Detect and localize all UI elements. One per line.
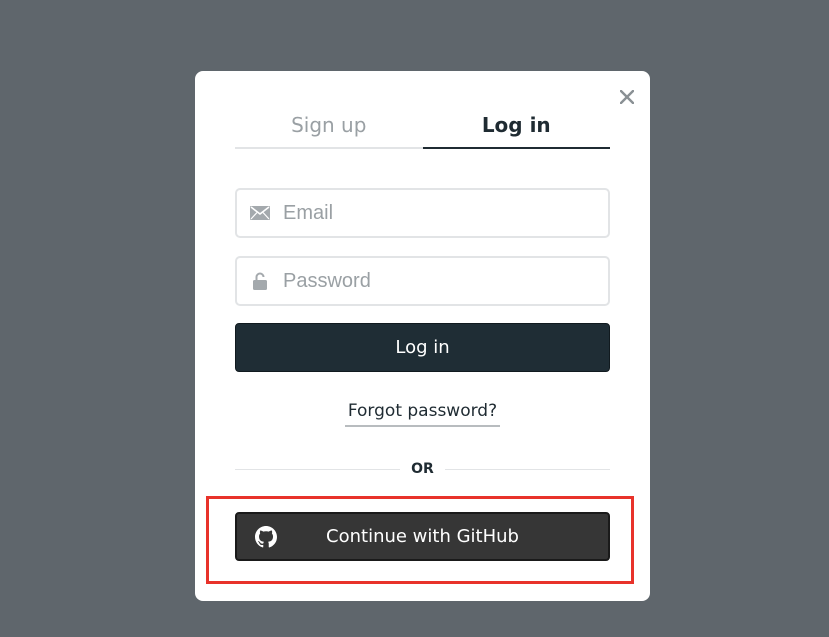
github-icon <box>255 526 277 548</box>
envelope-icon <box>249 202 271 224</box>
divider-line-right <box>445 469 610 470</box>
or-divider: OR <box>235 459 610 479</box>
forgot-password-link[interactable]: Forgot password? <box>345 401 500 427</box>
close-button[interactable] <box>615 85 639 109</box>
password-input[interactable] <box>281 268 595 294</box>
email-input[interactable] <box>281 200 595 226</box>
tab-log-in[interactable]: Log in <box>422 109 610 149</box>
github-button-label: Continue with GitHub <box>326 526 519 547</box>
auth-tabs: Sign up Log in <box>235 109 610 149</box>
lock-icon <box>249 270 271 292</box>
tab-sign-up[interactable]: Sign up <box>235 109 423 149</box>
close-icon <box>620 90 634 104</box>
continue-with-github-button[interactable]: Continue with GitHub <box>235 512 610 561</box>
password-field[interactable] <box>235 256 610 306</box>
email-field[interactable] <box>235 188 610 238</box>
login-button[interactable]: Log in <box>235 323 610 372</box>
login-modal: Sign up Log in Log in Forgot password? O… <box>195 71 650 601</box>
